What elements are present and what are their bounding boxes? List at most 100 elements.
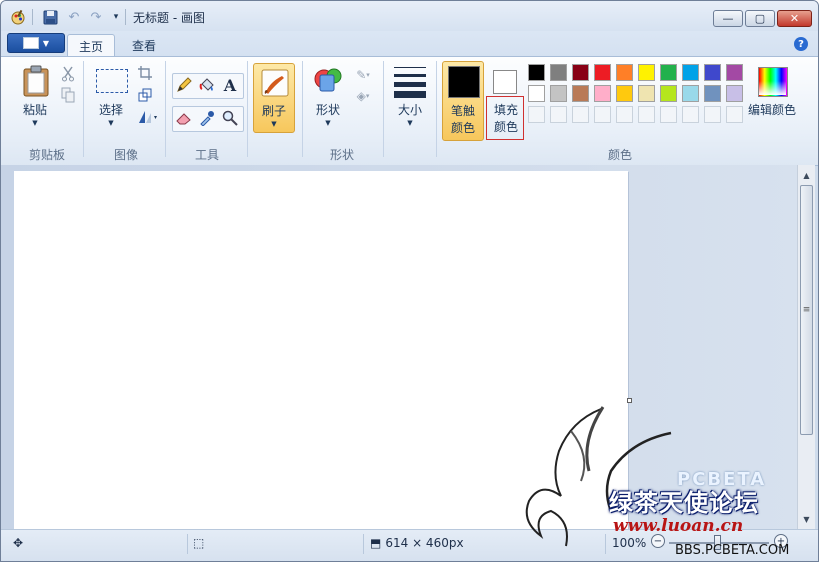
palette-custom-slot[interactable] xyxy=(528,106,545,123)
colors-group-label: 颜色 xyxy=(607,148,632,162)
tab-home-label: 主页 xyxy=(78,39,103,54)
palette-swatch[interactable] xyxy=(594,85,611,102)
rotate-icon[interactable] xyxy=(135,107,161,127)
outline-icon[interactable]: ✎ ▾ xyxy=(350,65,376,85)
help-glyph: ? xyxy=(798,38,804,50)
select-button[interactable]: 选择 ▼ xyxy=(91,63,131,133)
palette-swatch[interactable] xyxy=(616,64,633,81)
palette-swatch[interactable] xyxy=(572,85,589,102)
color2-label-line1: 填充 xyxy=(493,103,518,117)
clipboard-group-label: 剪贴板 xyxy=(28,148,65,162)
palette-swatch[interactable] xyxy=(660,64,677,81)
color1-label-line1: 笔触 xyxy=(450,104,475,118)
brushes-label: 刷子 xyxy=(261,104,286,118)
resize-icon[interactable] xyxy=(135,85,155,105)
tab-view[interactable]: 查看 xyxy=(121,34,167,57)
color1-button[interactable]: 笔触 颜色 xyxy=(442,61,484,141)
window-title: 无标题 - 画图 xyxy=(133,11,205,25)
palette-swatch[interactable] xyxy=(638,85,655,102)
title-bar: ↶ ↷ ▾ 无标题 - 画图 — ▢ ✕ xyxy=(1,1,818,31)
scroll-thumb[interactable]: ≡ xyxy=(800,185,813,435)
vertical-scrollbar[interactable]: ▲ ≡ ▼ xyxy=(797,165,815,529)
palette-swatch[interactable] xyxy=(616,85,633,102)
paint-menu-button[interactable]: ▼ xyxy=(7,33,65,53)
pencil-icon[interactable] xyxy=(174,75,194,95)
edit-colors-button[interactable]: 编辑颜色 xyxy=(745,63,799,133)
palette-custom-slot[interactable] xyxy=(594,106,611,123)
image-group-label: 图像 xyxy=(113,148,138,162)
palette-swatch[interactable] xyxy=(704,85,721,102)
size-dropdown-icon: ▼ xyxy=(407,119,413,127)
palette-custom-slot[interactable] xyxy=(704,106,721,123)
paint-window: ↶ ↷ ▾ 无标题 - 画图 — ▢ ✕ ▼ 主页 查看 ? 粘贴 ▼ 剪贴板 … xyxy=(0,0,819,562)
magnifier-icon[interactable] xyxy=(220,108,240,128)
minimize-icon: — xyxy=(722,12,734,25)
selection-size-icon: ⬚ xyxy=(193,536,205,550)
palette-swatch[interactable] xyxy=(726,85,743,102)
palette-custom-slot[interactable] xyxy=(550,106,567,123)
eraser-icon[interactable] xyxy=(174,108,194,128)
status-separator xyxy=(187,534,188,554)
palette-custom-slot[interactable] xyxy=(638,106,655,123)
palette-custom-slot[interactable] xyxy=(682,106,699,123)
palette-swatch[interactable] xyxy=(704,64,721,81)
redo-icon[interactable]: ↷ xyxy=(87,8,105,26)
size-button[interactable]: 大小 ▼ xyxy=(390,63,430,133)
text-tool-icon[interactable]: A xyxy=(220,75,240,95)
customize-qat-icon[interactable]: ▾ xyxy=(107,8,125,26)
color2-swatch xyxy=(493,70,517,94)
shapes-icon xyxy=(314,68,342,92)
select-dropdown-icon: ▼ xyxy=(108,119,114,127)
cut-icon[interactable] xyxy=(58,64,78,84)
palette-swatch[interactable] xyxy=(528,85,545,102)
palette-swatch[interactable] xyxy=(572,64,589,81)
title-separator xyxy=(125,9,126,25)
qat-separator xyxy=(32,9,33,25)
palette-swatch[interactable] xyxy=(726,64,743,81)
paste-label: 粘贴 xyxy=(22,103,47,117)
select-label: 选择 xyxy=(98,103,123,117)
palette-custom-slot[interactable] xyxy=(726,106,743,123)
maximize-button[interactable]: ▢ xyxy=(745,10,775,27)
shapes-button[interactable]: 形状 ▼ xyxy=(308,63,348,133)
color2-button[interactable]: 填充 颜色 xyxy=(486,61,526,141)
select-rect-icon xyxy=(96,69,128,93)
ribbon-separator xyxy=(165,61,166,157)
palette-swatch[interactable] xyxy=(528,64,545,81)
palette-swatch[interactable] xyxy=(682,64,699,81)
save-icon[interactable] xyxy=(41,8,59,26)
brushes-button[interactable]: 刷子 ▼ xyxy=(253,63,295,133)
line-size-icon xyxy=(394,67,426,98)
palette-custom-slot[interactable] xyxy=(572,106,589,123)
palette-custom-slot[interactable] xyxy=(660,106,677,123)
edit-colors-label: 编辑颜色 xyxy=(747,103,796,117)
palette-swatch[interactable] xyxy=(638,64,655,81)
ribbon-separator xyxy=(83,61,84,157)
size-label: 大小 xyxy=(397,103,422,117)
help-icon[interactable]: ? xyxy=(794,37,808,51)
tab-view-label: 查看 xyxy=(131,39,156,53)
palette-swatch[interactable] xyxy=(550,85,567,102)
color-picker-icon[interactable] xyxy=(197,108,217,128)
paste-button[interactable]: 粘贴 ▼ xyxy=(15,63,55,133)
image-size-value: 614 × 460px xyxy=(385,536,464,550)
fill-icon[interactable]: ◈ ▾ xyxy=(350,86,376,106)
close-button[interactable]: ✕ xyxy=(777,10,812,27)
watermark-chinese-text: 绿茶天使论坛 xyxy=(609,489,759,517)
tab-home[interactable]: 主页 xyxy=(67,34,115,57)
minimize-button[interactable]: — xyxy=(713,10,743,27)
palette-swatch[interactable] xyxy=(594,64,611,81)
scroll-up-icon[interactable]: ▲ xyxy=(798,167,815,183)
undo-icon[interactable]: ↶ xyxy=(65,8,83,26)
palette-swatch[interactable] xyxy=(550,64,567,81)
palette-swatch[interactable] xyxy=(682,85,699,102)
palette-custom-slot[interactable] xyxy=(616,106,633,123)
fill-bucket-icon[interactable] xyxy=(197,75,217,95)
palette-swatch[interactable] xyxy=(660,85,677,102)
copy-icon[interactable] xyxy=(58,85,78,105)
menu-icon xyxy=(22,37,39,49)
paint-app-icon[interactable] xyxy=(9,8,27,26)
scroll-down-icon[interactable]: ▼ xyxy=(798,511,815,527)
crop-icon[interactable] xyxy=(135,63,155,83)
watermark-site: BBS.PCBETA.COM xyxy=(675,543,790,558)
